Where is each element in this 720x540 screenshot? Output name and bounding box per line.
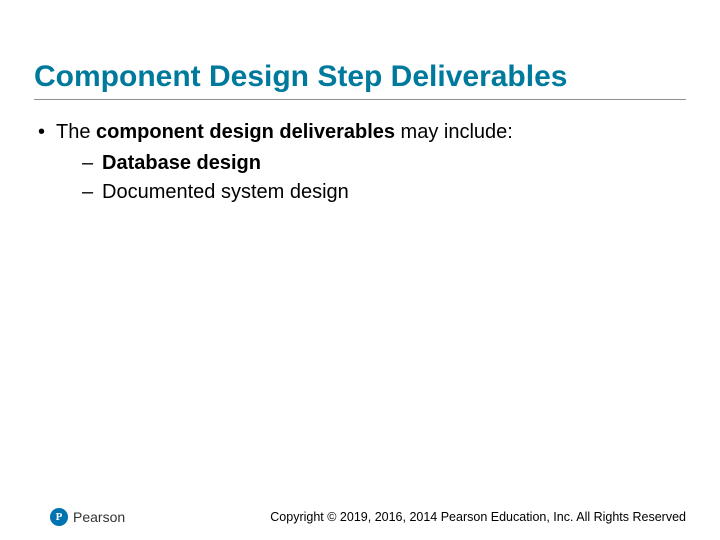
title-rule bbox=[34, 99, 686, 100]
sub-item: Documented system design bbox=[80, 178, 686, 207]
slide-title: Component Design Step Deliverables bbox=[34, 60, 686, 95]
sub-item-label: Database design bbox=[102, 152, 261, 174]
bullet-list: The component design deliverables may in… bbox=[34, 118, 686, 207]
sub-item-label: Documented system design bbox=[102, 181, 349, 203]
slide: Component Design Step Deliverables The c… bbox=[0, 0, 720, 540]
bullet-text-bold: component design deliverables bbox=[96, 121, 395, 143]
bullet-text-pre: The bbox=[56, 121, 96, 143]
logo-mark-icon: P bbox=[50, 508, 68, 526]
copyright-text: Copyright © 2019, 2016, 2014 Pearson Edu… bbox=[270, 510, 686, 524]
sub-item: Database design bbox=[80, 149, 686, 178]
bullet-item: The component design deliverables may in… bbox=[34, 118, 686, 207]
bullet-text-post: may include: bbox=[395, 121, 513, 143]
logo: P Pearson bbox=[50, 508, 125, 526]
logo-letter: P bbox=[56, 512, 63, 523]
logo-text: Pearson bbox=[73, 509, 125, 525]
sub-list: Database design Documented system design bbox=[56, 149, 686, 207]
footer: P Pearson Copyright © 2019, 2016, 2014 P… bbox=[0, 508, 720, 526]
